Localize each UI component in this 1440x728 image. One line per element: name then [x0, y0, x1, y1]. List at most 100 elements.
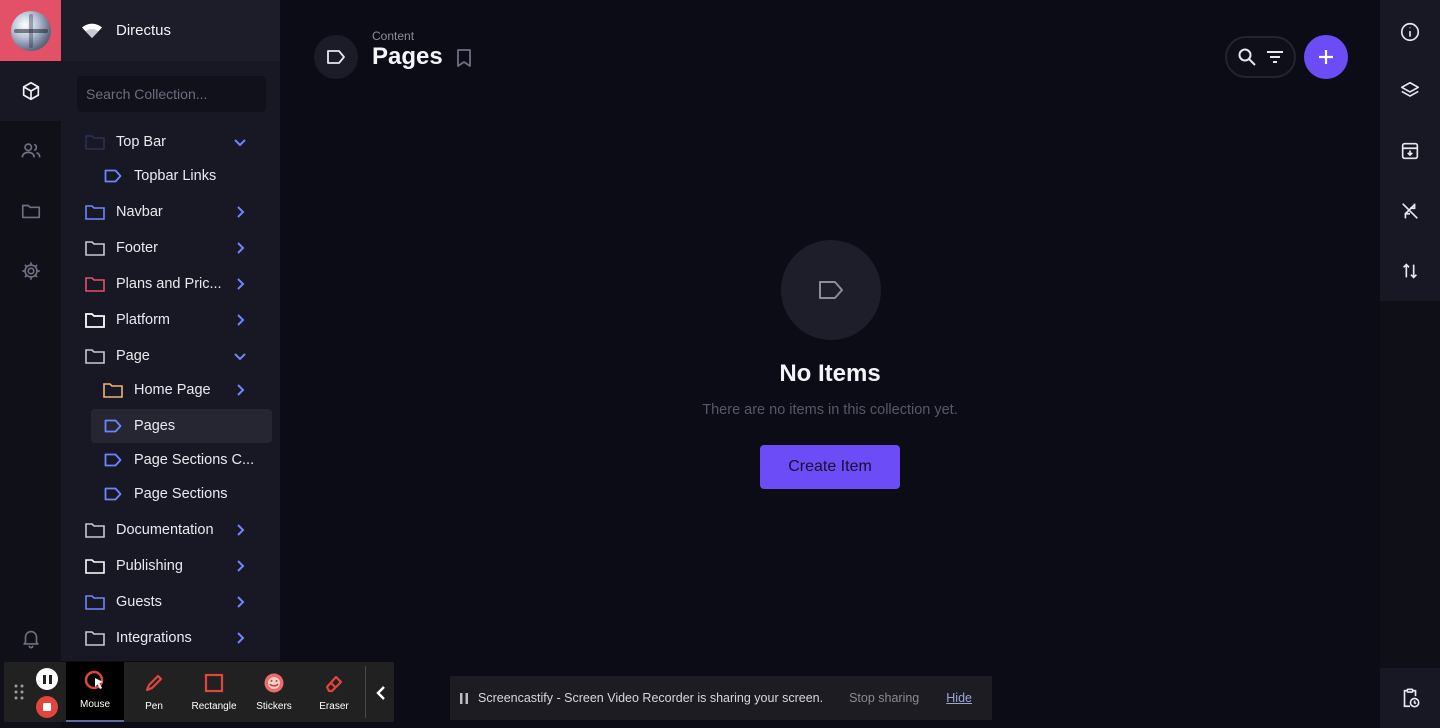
bookmark-icon[interactable]: [456, 48, 472, 68]
project-header[interactable]: Directus: [61, 0, 280, 61]
label-icon: [103, 417, 123, 435]
project-logo[interactable]: [0, 0, 61, 61]
chevron-right-icon[interactable]: [232, 312, 248, 328]
sidebar-activity[interactable]: [1380, 668, 1440, 728]
empty-state-title: No Items: [779, 360, 881, 387]
tool-rectangle[interactable]: Rectangle: [185, 662, 243, 722]
folder-icon: [85, 593, 105, 611]
chevron-right-icon[interactable]: [232, 276, 248, 292]
empty-state-text: There are no items in this collection ye…: [702, 402, 958, 418]
nav-item-integrations[interactable]: Integrations: [77, 621, 272, 655]
module-users[interactable]: [0, 121, 61, 181]
folder-icon: [85, 239, 105, 257]
drag-handle-icon[interactable]: [14, 684, 24, 700]
pause-recording-button[interactable]: [36, 668, 58, 690]
folder-icon: [85, 311, 105, 329]
users-icon: [20, 143, 41, 158]
chevron-left-icon[interactable]: [374, 684, 390, 702]
folder-icon: [21, 204, 40, 219]
nav-item-topbar-links[interactable]: Topbar Links: [77, 159, 272, 193]
nav-item-plans-and-pricing[interactable]: Plans and Pric...: [77, 267, 272, 301]
sidebar-info[interactable]: [1380, 2, 1440, 62]
navigation-panel: Directus Top Bar Topbar Links Navbar Foo…: [61, 0, 280, 661]
project-name: Directus: [116, 22, 172, 39]
module-settings[interactable]: [0, 241, 61, 301]
search-filter-pill[interactable]: [1225, 36, 1296, 78]
right-sidebar: [1380, 0, 1440, 728]
sidebar-import-export[interactable]: [1380, 121, 1440, 181]
folder-icon: [85, 203, 105, 221]
nav-item-platform[interactable]: Platform: [77, 303, 272, 337]
tool-mouse[interactable]: Mouse: [66, 662, 124, 722]
add-item-button[interactable]: [1304, 35, 1348, 79]
globe-logo-icon: [10, 10, 51, 51]
label-icon: [819, 281, 843, 299]
chevron-right-icon[interactable]: [232, 204, 248, 220]
page-title: Pages: [372, 43, 443, 70]
chevron-right-icon[interactable]: [232, 382, 248, 398]
sidebar-sort[interactable]: [1380, 241, 1440, 301]
hide-banner-link[interactable]: Hide: [946, 691, 972, 705]
nav-item-pages[interactable]: Pages: [91, 409, 272, 443]
chevron-right-icon[interactable]: [232, 594, 248, 610]
chevron-right-icon[interactable]: [232, 522, 248, 538]
search-icon[interactable]: [1237, 47, 1257, 67]
create-item-button[interactable]: Create Item: [760, 445, 900, 489]
stop-recording-button[interactable]: [36, 696, 58, 718]
plus-icon: [1319, 50, 1333, 64]
swap-vertical-icon: [1402, 263, 1418, 279]
nav-item-page[interactable]: Page: [77, 339, 272, 373]
collection-search-input[interactable]: [77, 76, 266, 112]
sticker-icon: [264, 673, 284, 693]
filter-icon[interactable]: [1265, 49, 1285, 65]
nav-item-top-bar[interactable]: Top Bar: [77, 125, 272, 159]
cube-icon: [22, 81, 39, 101]
rectangle-icon: [204, 673, 224, 693]
screen-sharing-banner: Screencastify - Screen Video Recorder is…: [450, 676, 992, 720]
chevron-right-icon[interactable]: [232, 630, 248, 646]
tool-eraser[interactable]: Eraser: [305, 662, 363, 722]
label-icon: [103, 167, 123, 185]
nav-item-home-page[interactable]: Home Page: [77, 373, 272, 407]
stop-sharing-button[interactable]: Stop sharing: [849, 691, 919, 705]
folder-icon: [85, 275, 105, 293]
nav-item-documentation[interactable]: Documentation: [77, 513, 272, 547]
toolbar-divider: [365, 666, 366, 718]
gear-icon: [21, 262, 40, 280]
chevron-right-icon[interactable]: [232, 240, 248, 256]
nav-item-page-sections[interactable]: Page Sections: [77, 477, 272, 511]
folder-icon: [85, 347, 105, 365]
recorder-toolbar: Mouse Pen Rectangle Stickers Eraser: [4, 662, 394, 722]
nav-item-guests[interactable]: Guests: [77, 585, 272, 619]
sidebar-layout[interactable]: [1380, 61, 1440, 121]
tool-pen[interactable]: Pen: [125, 662, 183, 722]
pen-icon: [145, 674, 163, 692]
mouse-cursor-icon: [84, 670, 104, 690]
collection-icon: [314, 35, 358, 79]
eraser-icon: [325, 675, 343, 693]
folder-icon: [85, 557, 105, 575]
archive-download-icon: [1401, 142, 1419, 160]
nav-item-footer[interactable]: Footer: [77, 231, 272, 265]
chevron-right-icon[interactable]: [232, 558, 248, 574]
sidebar-sync[interactable]: [1380, 181, 1440, 241]
pause-icon: [460, 692, 468, 704]
nav-item-navbar[interactable]: Navbar: [77, 195, 272, 229]
folder-icon: [103, 381, 123, 399]
folder-icon: [85, 629, 105, 647]
module-notifications[interactable]: [0, 608, 61, 668]
module-files[interactable]: [0, 181, 61, 241]
module-content[interactable]: [0, 61, 61, 121]
chevron-down-icon[interactable]: [232, 348, 248, 364]
nav-item-page-sections-c[interactable]: Page Sections C...: [77, 443, 272, 477]
nav-item-publishing[interactable]: Publishing: [77, 549, 272, 583]
folder-icon: [85, 521, 105, 539]
sharing-message: Screencastify - Screen Video Recorder is…: [478, 691, 824, 705]
breadcrumb[interactable]: Content: [372, 29, 414, 43]
bell-icon: [22, 630, 39, 649]
label-icon: [327, 50, 345, 64]
layers-icon: [1400, 81, 1420, 97]
chevron-down-icon[interactable]: [232, 134, 248, 150]
sync-disabled-icon: [1402, 203, 1418, 219]
tool-stickers[interactable]: Stickers: [245, 662, 303, 722]
